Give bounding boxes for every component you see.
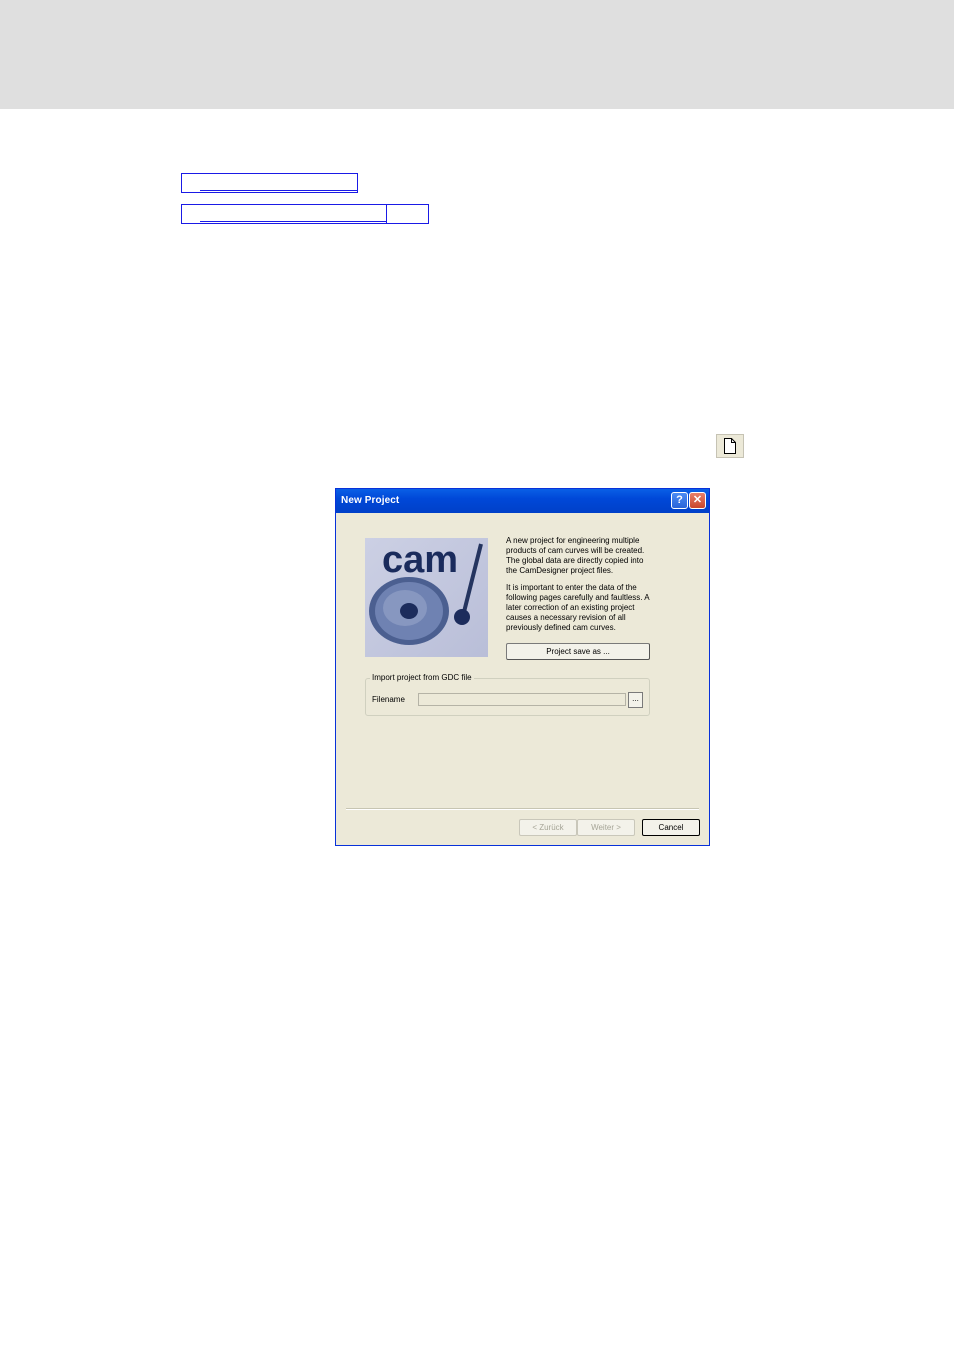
import-group-legend: Import project from GDC file: [370, 673, 474, 683]
cross-reference-link-2-page[interactable]: [386, 204, 429, 224]
dialog-title: New Project: [341, 495, 400, 506]
cross-reference-link-1[interactable]: [181, 173, 358, 193]
new-document-icon: [724, 438, 736, 454]
footer-separator: [346, 808, 699, 810]
new-project-dialog: New Project ? ✕ cam A new project for en…: [335, 488, 710, 846]
next-button[interactable]: Weiter >: [577, 819, 635, 836]
cam-logo-text: cam: [382, 539, 458, 581]
filename-label: Filename: [372, 695, 405, 704]
back-button[interactable]: < Zurück: [519, 819, 577, 836]
cancel-button[interactable]: Cancel: [642, 819, 700, 836]
warning-paragraph: It is important to enter the data of the…: [506, 583, 650, 632]
filename-field[interactable]: [418, 693, 626, 706]
intro-paragraph: A new project for engineering multiple p…: [506, 536, 645, 575]
link-underline: [200, 221, 386, 222]
cross-reference-link-2[interactable]: [181, 204, 387, 224]
cam-logo-graphic: cam: [369, 539, 483, 645]
project-save-as-button[interactable]: Project save as ...: [506, 643, 650, 660]
help-icon[interactable]: ?: [671, 492, 688, 509]
import-gdc-groupbox: Import project from GDC file Filename ..…: [365, 673, 650, 716]
dialog-titlebar[interactable]: New Project ? ✕: [336, 489, 709, 513]
link-underline: [200, 190, 357, 191]
close-icon[interactable]: ✕: [689, 492, 706, 509]
new-project-toolbar-button[interactable]: [716, 434, 744, 458]
page-header-band: [0, 0, 954, 109]
cam-logo: cam: [365, 538, 488, 657]
browse-button[interactable]: ...: [628, 692, 643, 708]
